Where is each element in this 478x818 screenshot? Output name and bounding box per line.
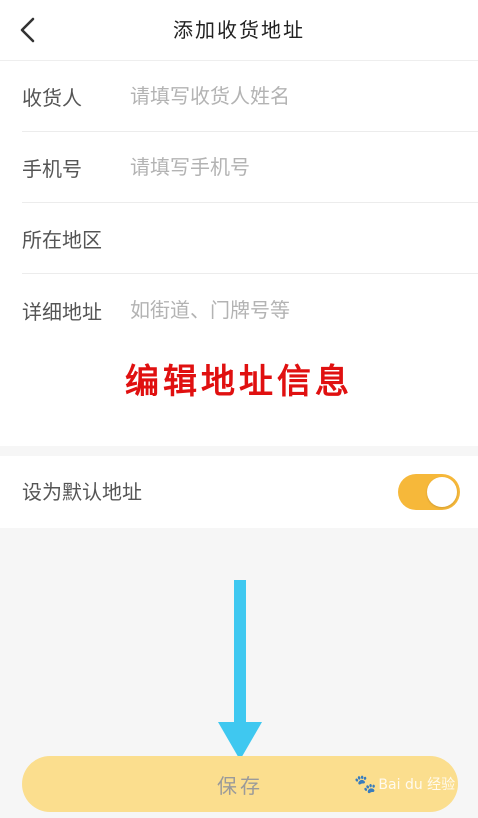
watermark: 🐾 Bai du 经验 [352, 764, 462, 804]
page-title: 添加收货地址 [173, 18, 305, 42]
region-label: 所在地区 [22, 227, 102, 252]
watermark-text: Bai du 经验 [378, 777, 456, 793]
top-bar: 添加收货地址 [0, 0, 478, 61]
address-row: 详细地址 [22, 274, 478, 346]
region-row[interactable]: 所在地区 [22, 203, 478, 274]
default-address-row: 设为默认地址 [0, 456, 478, 528]
phone-row: 手机号 [22, 132, 478, 203]
address-form: 收货人 手机号 所在地区 详细地址 编辑地址信息 [0, 61, 478, 446]
annotation-text: 编辑地址信息 [125, 362, 353, 402]
address-input[interactable] [130, 290, 478, 330]
phone-input[interactable] [130, 147, 478, 187]
default-address-toggle[interactable] [398, 474, 460, 510]
receiver-label: 收货人 [22, 85, 82, 110]
default-address-label: 设为默认地址 [22, 480, 142, 504]
phone-label: 手机号 [22, 156, 82, 181]
toggle-knob [427, 477, 457, 507]
down-arrow-icon [218, 580, 262, 760]
paw-icon: 🐾 [354, 773, 377, 795]
add-address-screen: 添加收货地址 收货人 手机号 所在地区 详细地址 编辑地址信息 设为默认地址 保… [0, 0, 478, 818]
address-label: 详细地址 [22, 299, 102, 324]
receiver-input[interactable] [130, 76, 478, 116]
receiver-row: 收货人 [22, 61, 478, 132]
annotation-area: 编辑地址信息 [0, 346, 478, 446]
